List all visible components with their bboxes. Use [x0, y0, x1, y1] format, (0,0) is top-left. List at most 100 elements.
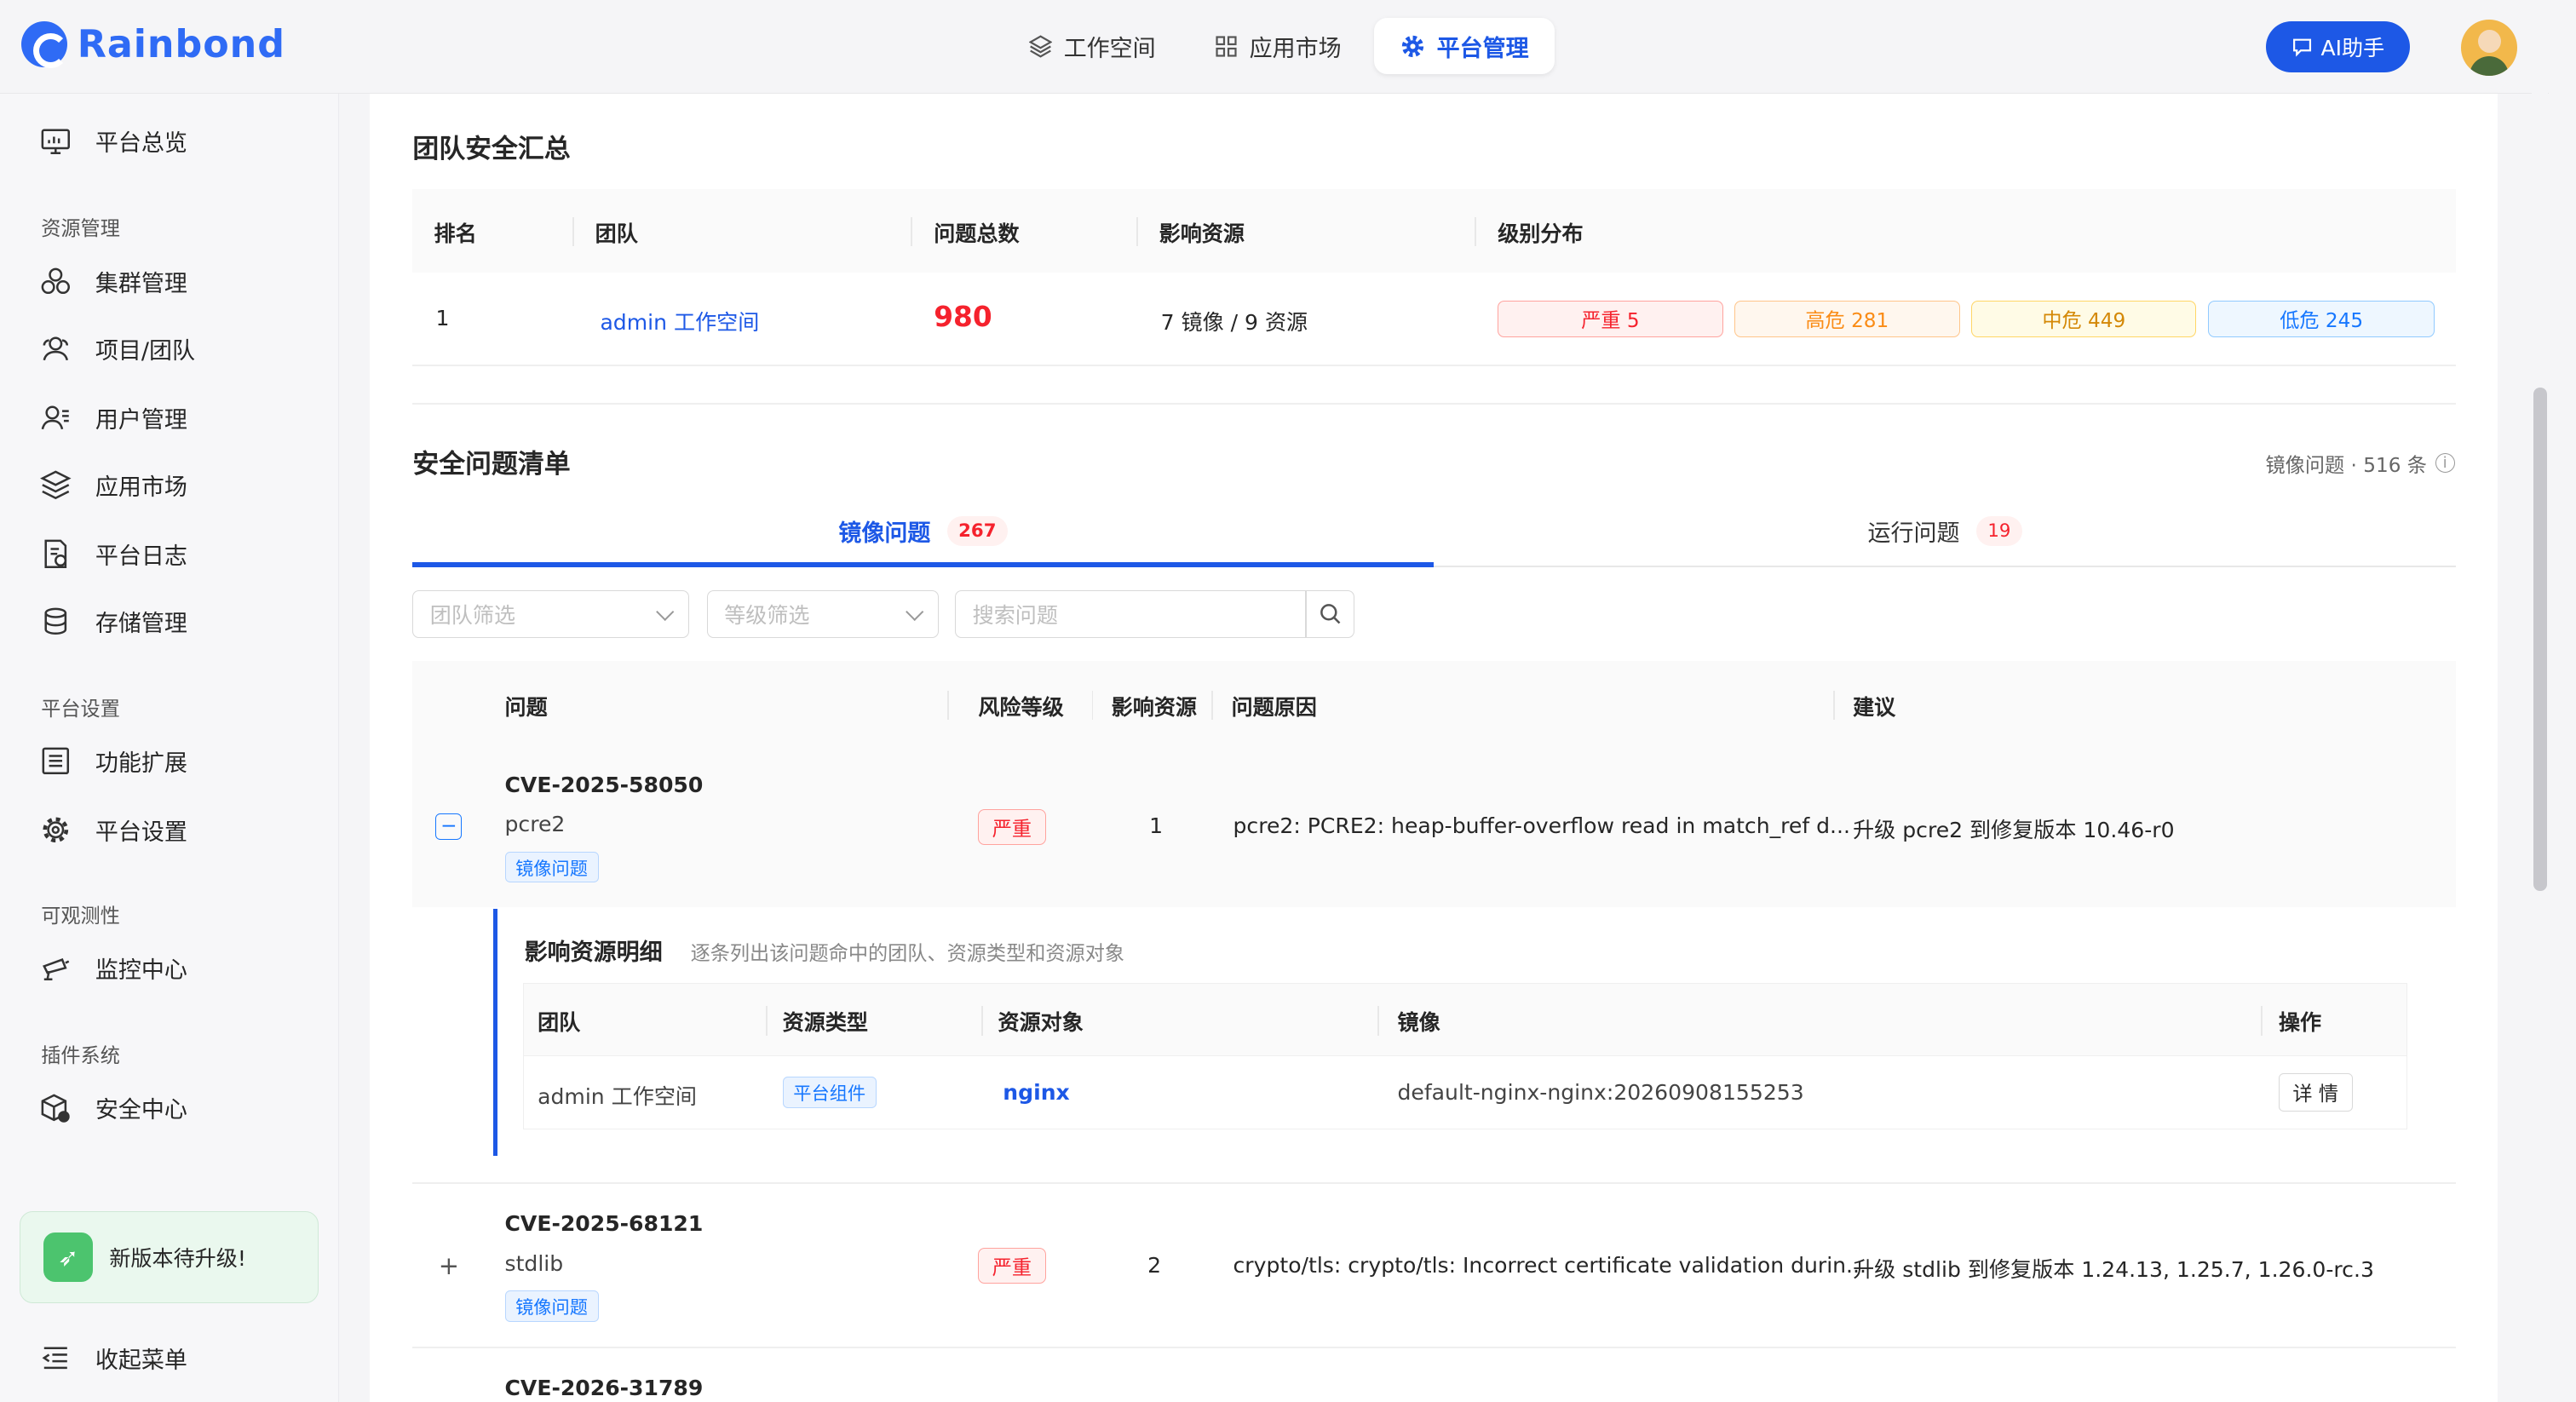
issue-reason: crypto/tls: crypto/tls: Incorrect certif… — [1233, 1252, 1866, 1278]
sidebar-item-cluster[interactable]: 集群管理 — [39, 260, 187, 302]
tab-app-market-label: 应用市场 — [1249, 35, 1342, 62]
cve-id: CVE-2025-68121 — [504, 1211, 704, 1237]
shield-box-icon — [41, 1093, 71, 1123]
col-issue: 问题 — [504, 694, 548, 720]
app-name: Rainbond — [77, 22, 285, 66]
cluster-icon — [41, 267, 71, 294]
sidebar-item-market[interactable]: 应用市场 — [39, 463, 187, 506]
upgrade-banner[interactable]: ➶ 新版本待升级! — [20, 1211, 319, 1304]
team-rank: 1 — [435, 305, 450, 330]
issue-table-header — [412, 660, 2457, 747]
col-rank: 排名 — [434, 221, 477, 246]
camera-icon — [43, 958, 70, 981]
col-total: 问题总数 — [934, 221, 1020, 246]
sidebar-item-logs[interactable]: 平台日志 — [39, 532, 187, 575]
detail-title: 影响资源明细 — [524, 939, 663, 967]
level-high-badge: 高危 281 — [1734, 301, 1960, 337]
monitor-icon — [41, 129, 71, 154]
search-input[interactable]: 搜索问题 — [955, 589, 1308, 638]
team-summary-title: 团队安全汇总 — [412, 133, 571, 164]
tab-app-market[interactable]: 应用市场 — [1188, 18, 1367, 74]
grid-icon — [1216, 35, 1237, 57]
detail-col-action: 操作 — [2278, 1010, 2322, 1036]
top-bar: Rainbond 工作空间 应用市场 平台管理 AI助手 — [0, 0, 2549, 94]
team-link[interactable]: admin 工作空间 — [600, 306, 759, 336]
risk-level-badge: 严重 — [978, 1247, 1046, 1284]
sidebar-item-label: 平台设置 — [95, 819, 187, 847]
top-nav: 工作空间 应用市场 平台管理 — [1003, 18, 1555, 74]
level-medium-badge: 中危 449 — [1971, 301, 2197, 337]
extension-icon — [42, 747, 70, 775]
col-team: 团队 — [595, 221, 638, 246]
team-total-count: 980 — [934, 301, 992, 334]
col-resources: 影响资源 — [1159, 221, 1245, 246]
collapse-icon — [42, 1347, 68, 1369]
ai-assistant-button[interactable]: AI助手 — [2265, 21, 2411, 72]
sidebar-item-label: 集群管理 — [95, 270, 187, 297]
tab-runtime-issues-label: 运行问题 — [1867, 520, 1960, 547]
resource-object-link[interactable]: nginx — [1003, 1080, 1069, 1105]
issue-list-title: 安全问题清单 — [412, 449, 571, 480]
col-divider — [1136, 216, 1138, 247]
detail-team: admin 工作空间 — [538, 1084, 697, 1109]
tab-workspace[interactable]: 工作空间 — [1003, 18, 1182, 74]
rocket-icon: ➶ — [43, 1232, 94, 1283]
affected-count: 2 — [1147, 1252, 1162, 1278]
tab-platform-admin[interactable]: 平台管理 — [1374, 18, 1555, 74]
level-filter-placeholder: 等级筛选 — [724, 602, 810, 628]
sidebar-item-label: 功能扩展 — [95, 750, 187, 778]
level-low-badge: 低危 245 — [2207, 301, 2435, 337]
tab-runtime-issues-count: 19 — [1975, 516, 2022, 546]
issue-reason: pcre2: PCRE2: heap-buffer-overflow read … — [1233, 813, 1850, 839]
avatar[interactable] — [2461, 20, 2517, 76]
info-icon[interactable]: i — [2435, 453, 2455, 474]
level-critical-badge: 严重 5 — [1498, 301, 1723, 337]
issue-type-tag: 镜像问题 — [504, 1290, 599, 1322]
issue-list-meta: 镜像问题 · 516 条 i — [2266, 449, 2455, 478]
tab-runtime-issues[interactable]: 运行问题 19 — [1434, 502, 2456, 560]
tab-workspace-label: 工作空间 — [1063, 35, 1156, 62]
sidebar-item-security[interactable]: 安全中心 — [39, 1087, 187, 1129]
section-observability: 可观测性 — [41, 905, 120, 928]
team-table-header — [412, 188, 2457, 273]
sidebar-item-overview[interactable]: 平台总览 — [39, 120, 187, 163]
col-advice: 建议 — [1853, 694, 1896, 720]
col-affected: 影响资源 — [1111, 694, 1197, 720]
logo[interactable]: Rainbond — [21, 21, 285, 68]
log-icon — [44, 539, 67, 569]
detail-col-team: 团队 — [538, 1010, 581, 1036]
collapse-menu-button[interactable]: 收起菜单 — [39, 1336, 187, 1379]
col-divider — [572, 216, 574, 247]
issue-count-text: 镜像问题 · 516 条 — [2265, 454, 2427, 477]
expand-row-icon[interactable]: + — [435, 1251, 462, 1280]
scrollbar-thumb[interactable] — [2533, 388, 2547, 892]
sidebar-item-settings[interactable]: 平台设置 — [39, 809, 187, 852]
col-reason: 问题原因 — [1231, 694, 1317, 720]
col-divider — [2260, 1006, 2263, 1036]
collapse-row-icon[interactable]: − — [435, 813, 463, 841]
team-resources: 7 镜像 / 9 资源 — [1160, 309, 1308, 335]
rainbond-logo-icon — [21, 21, 68, 68]
ai-assistant-label: AI助手 — [2320, 35, 2385, 60]
team-filter-placeholder: 团队筛选 — [429, 602, 516, 628]
team-filter-select[interactable]: 团队筛选 — [412, 589, 689, 638]
settings-icon — [43, 817, 69, 843]
col-divider — [1211, 690, 1214, 721]
sidebar-item-users[interactable]: 用户管理 — [39, 396, 187, 439]
stack-icon — [40, 470, 72, 500]
col-divider — [1832, 690, 1835, 721]
sidebar-item-label: 安全中心 — [95, 1097, 187, 1124]
search-button[interactable] — [1305, 589, 1355, 638]
sidebar-item-extensions[interactable]: 功能扩展 — [39, 739, 187, 782]
section-resources: 资源管理 — [41, 217, 120, 240]
sidebar-item-storage[interactable]: 存储管理 — [39, 600, 187, 642]
resource-type-tag: 平台组件 — [782, 1077, 877, 1108]
sidebar-item-monitor[interactable]: 监控中心 — [39, 947, 187, 990]
tab-image-issues[interactable]: 镜像问题 267 — [412, 502, 1434, 560]
chat-icon — [2292, 39, 2311, 58]
user-icon — [41, 405, 70, 430]
level-filter-select[interactable]: 等级筛选 — [706, 589, 940, 638]
detail-button[interactable]: 详 情 — [2278, 1073, 2353, 1112]
detail-col-image: 镜像 — [1397, 1010, 1440, 1036]
sidebar-item-project[interactable]: 项目/团队 — [39, 327, 195, 370]
